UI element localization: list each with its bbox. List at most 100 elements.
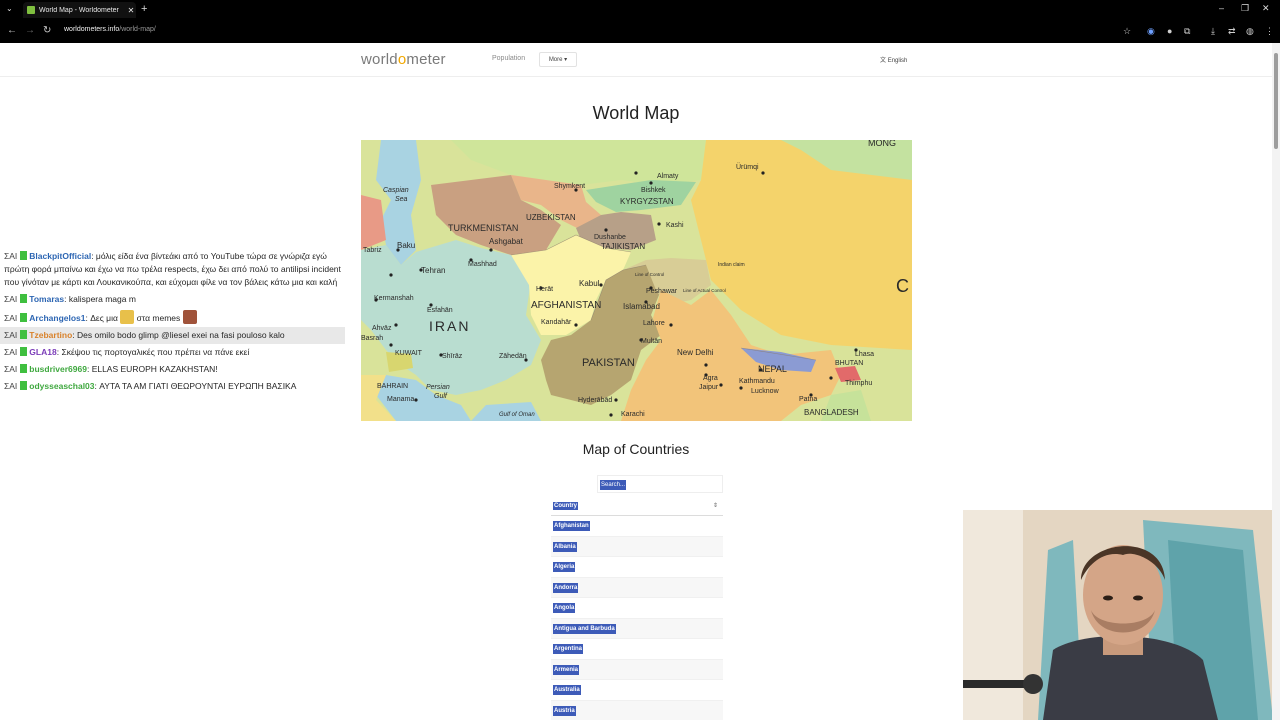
- page-title: World Map: [592, 103, 680, 123]
- table-row[interactable]: Angola: [551, 598, 723, 619]
- table-row[interactable]: Antigua and Barbuda: [551, 618, 723, 639]
- map-label-kyrgyzstan: KYRGYZSTAN: [620, 197, 674, 206]
- tab-search-icon[interactable]: ⌄: [6, 4, 13, 13]
- world-map-image[interactable]: Caspian Sea Shymkent Bishkek Almaty Ürüm…: [361, 140, 912, 421]
- bookmark-star-icon[interactable]: ☆: [1123, 26, 1131, 37]
- map-of-countries-heading: Map of Countries: [582, 441, 690, 457]
- map-label-almaty: Almaty: [657, 173, 679, 180]
- table-row[interactable]: Argentina: [551, 639, 723, 660]
- table-row[interactable]: Armenia: [551, 659, 723, 680]
- chat-timestamp: ΣΑΙ: [4, 381, 18, 391]
- map-label-bahrain: BAHRAIN: [377, 383, 408, 390]
- extensions-puzzle-icon[interactable]: ⧉: [1184, 26, 1190, 37]
- map-label-herat: Herāt: [536, 286, 553, 293]
- tab-title: World Map - Worldometer: [39, 6, 119, 14]
- chat-message: ΣΑΙ GLA18: Σκέψου τις πορτογαλικές που πρ…: [4, 347, 250, 357]
- map-label-afghanistan: AFGHANISTAN: [531, 300, 601, 311]
- map-label-islamabad: Islamabad: [623, 302, 660, 311]
- map-label-iran: IRAN: [429, 318, 470, 334]
- subscriber-badge-icon: [20, 330, 28, 339]
- nav-more-dropdown[interactable]: More ▾: [539, 52, 577, 67]
- chat-message-highlighted: ΣΑΙ Tzebartino: Des omilo bodo glimp @lie…: [0, 327, 345, 344]
- streamer-webcam: [963, 510, 1280, 720]
- chat-message: ΣΑΙ busdriver6969: ELLAS EUROPH KAZAKHSTA…: [4, 364, 218, 374]
- country-link[interactable]: Andorra: [553, 582, 579, 593]
- site-header: worldometer Population More ▾ 文 English: [0, 43, 1272, 77]
- chat-message: ΣΑΙ odysseaschal03: ΑΥΤΑ ΤΑ ΑΜ ΓΙΑΤΙ ΘΕΩΡ…: [4, 381, 297, 391]
- language-selector[interactable]: 文 English: [880, 55, 907, 64]
- country-link[interactable]: Armenia: [553, 664, 580, 675]
- country-link[interactable]: Austria: [553, 705, 576, 716]
- map-label-ashgabat: Ashgabat: [489, 237, 524, 246]
- map-label-indian-claim: Indian claim: [718, 262, 745, 268]
- subscriber-badge-icon: [20, 251, 28, 260]
- new-tab-button[interactable]: +: [141, 3, 147, 15]
- chat-text-2: στα memes: [136, 313, 181, 323]
- nav-population-link[interactable]: Population: [492, 55, 525, 62]
- country-link[interactable]: Angola: [553, 603, 576, 613]
- tab-close-icon[interactable]: ✕: [126, 6, 136, 15]
- profile-icon[interactable]: ◍: [1246, 26, 1254, 37]
- cast-icon[interactable]: ⇄: [1228, 26, 1236, 37]
- chat-timestamp: ΣΑΙ: [4, 251, 18, 261]
- country-column-header[interactable]: Country ⇕: [551, 499, 723, 516]
- map-label-turkmenistan: TURKMENISTAN: [448, 223, 518, 233]
- map-label-peshawar: Peshawar: [646, 288, 678, 295]
- chat-text: Σκέψου τις πορτογαλικές που πρέπει να πά…: [61, 347, 250, 357]
- close-window-icon[interactable]: ✕: [1262, 3, 1270, 14]
- extension-avatar-icon[interactable]: ●: [1167, 26, 1172, 36]
- country-link[interactable]: Algeria: [553, 562, 576, 572]
- address-field[interactable]: worldometers.info/world-map/: [64, 26, 156, 33]
- restore-icon[interactable]: ❐: [1241, 3, 1249, 14]
- browser-tab[interactable]: World Map - Worldometer ✕: [23, 2, 136, 18]
- chat-timestamp: ΣΑΙ: [4, 347, 18, 357]
- logo-text-world: world: [361, 51, 398, 68]
- chat-text: Δες μια: [90, 313, 118, 323]
- table-row[interactable]: Algeria: [551, 557, 723, 578]
- download-icon[interactable]: ⤓: [1211, 26, 1215, 37]
- page-scrollbar[interactable]: [1272, 43, 1280, 720]
- map-label-caspian: Caspian: [383, 187, 409, 194]
- country-rows: Afghanistan Albania Algeria Andorra Ango…: [551, 516, 723, 720]
- country-table: Country ⇕ Afghanistan Albania Algeria An…: [551, 499, 723, 720]
- forward-icon[interactable]: →: [25, 25, 35, 36]
- worldometer-logo[interactable]: worldometer: [361, 51, 446, 68]
- map-label-zahedan: Zāhedān: [499, 353, 527, 360]
- table-row[interactable]: Afghanistan: [551, 516, 723, 537]
- map-label-sea: Sea: [395, 196, 408, 203]
- country-link[interactable]: Argentina: [553, 644, 584, 654]
- language-label: English: [887, 58, 908, 64]
- chat-username: Tomaras: [29, 294, 65, 304]
- url-path: /world-map/: [119, 26, 156, 33]
- map-label-uzbekistan: UZBEKISTAN: [526, 213, 576, 222]
- reload-icon[interactable]: ↻: [43, 25, 51, 36]
- browser-toolbar: ← → ↻ worldometers.info/world-map/ ☆ ◉ ●…: [0, 20, 1280, 43]
- media-icon[interactable]: ◉: [1147, 26, 1155, 37]
- table-row[interactable]: Australia: [551, 680, 723, 701]
- country-link[interactable]: Antigua and Barbuda: [553, 623, 616, 634]
- map-label-bhutan: BHUTAN: [835, 360, 863, 367]
- country-link[interactable]: Albania: [553, 541, 577, 552]
- table-row[interactable]: Austria: [551, 700, 723, 720]
- back-icon[interactable]: ←: [7, 25, 17, 36]
- map-label-new-delhi: New Delhi: [677, 348, 714, 357]
- map-label-patna: Patna: [799, 396, 817, 403]
- map-label-gulf-of-oman: Gulf of Oman: [499, 412, 535, 418]
- map-label-persian: Persian: [426, 384, 450, 391]
- table-row[interactable]: Andorra: [551, 577, 723, 598]
- country-link[interactable]: Afghanistan: [553, 521, 590, 531]
- menu-kebab-icon[interactable]: ⋮: [1265, 26, 1274, 37]
- map-label-kashi: Kashi: [666, 222, 684, 229]
- sort-icon[interactable]: ⇕: [713, 502, 718, 509]
- map-label-kermanshah: Kermanshah: [374, 295, 414, 302]
- country-link[interactable]: Australia: [553, 685, 581, 695]
- chat-timestamp: ΣΑΙ: [4, 364, 18, 374]
- minimize-icon[interactable]: –: [1219, 3, 1224, 13]
- search-box[interactable]: Search...: [597, 475, 723, 493]
- scrollbar-thumb[interactable]: [1274, 53, 1278, 149]
- map-label-karachi: Karachi: [621, 411, 645, 418]
- table-row[interactable]: Albania: [551, 536, 723, 557]
- map-label-mashhad: Mashhad: [468, 261, 497, 268]
- map-label-urumqi: Ürümqi: [736, 163, 759, 171]
- chat-timestamp: ΣΑΙ: [4, 330, 18, 340]
